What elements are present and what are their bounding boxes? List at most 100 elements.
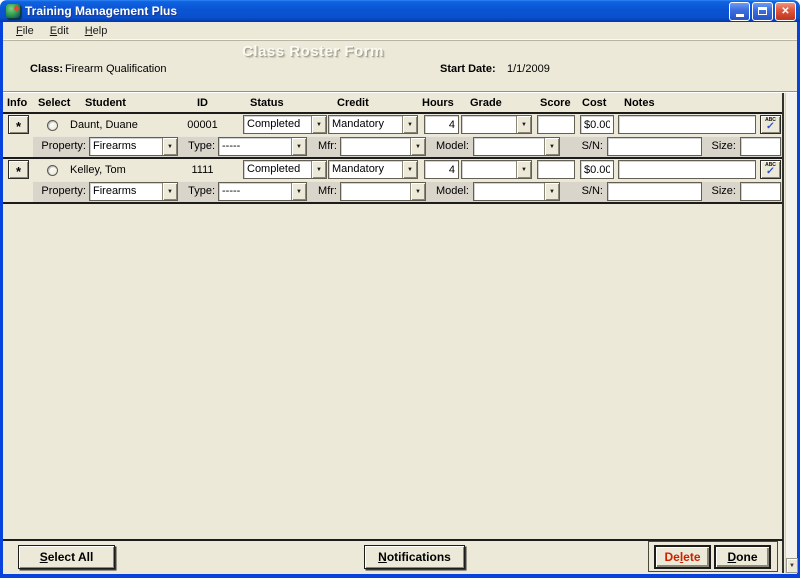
chevron-down-icon[interactable]: ▼ bbox=[516, 116, 531, 133]
restore-button[interactable] bbox=[752, 2, 773, 21]
model-label: Model: bbox=[411, 185, 469, 197]
vertical-scrollbar[interactable]: ▼ bbox=[785, 93, 797, 573]
app-window: Training Management Plus ✕ File Edit Hel… bbox=[0, 0, 800, 578]
size-label: Size: bbox=[699, 185, 736, 197]
col-header-student: Student bbox=[85, 97, 126, 109]
col-header-cost: Cost bbox=[582, 97, 606, 109]
spellcheck-button[interactable]: ABC ✓ bbox=[760, 160, 781, 179]
spellcheck-button[interactable]: ABC ✓ bbox=[760, 115, 781, 134]
size-input[interactable] bbox=[740, 137, 781, 156]
type-value: ----- bbox=[219, 183, 291, 200]
scroll-down-button[interactable]: ▼ bbox=[786, 558, 798, 573]
notifications-button[interactable]: Notifications bbox=[364, 545, 465, 569]
notes-input[interactable] bbox=[618, 115, 756, 134]
close-icon: ✕ bbox=[781, 6, 789, 17]
done-button[interactable]: Done bbox=[714, 545, 771, 569]
cost-input[interactable] bbox=[580, 160, 614, 179]
chevron-down-icon[interactable]: ▼ bbox=[311, 161, 326, 178]
mfr-label: Mfr: bbox=[300, 185, 337, 197]
roster-right-border bbox=[782, 93, 784, 573]
minimize-icon bbox=[736, 14, 744, 17]
status-value: Completed bbox=[244, 161, 311, 178]
arrow-down-icon: ▼ bbox=[789, 563, 795, 569]
table-row-detail: Property: Firearms ▼ Type: ----- ▼ Mfr: … bbox=[3, 136, 783, 157]
chevron-down-icon[interactable]: ▼ bbox=[544, 183, 559, 200]
close-button[interactable]: ✕ bbox=[775, 2, 796, 21]
type-value: ----- bbox=[219, 138, 291, 155]
property-combo[interactable]: Firearms ▼ bbox=[89, 137, 178, 156]
model-combo[interactable]: ▼ bbox=[473, 182, 560, 201]
model-value bbox=[474, 183, 544, 200]
chevron-down-icon[interactable]: ▼ bbox=[544, 138, 559, 155]
info-button-label: * bbox=[16, 168, 21, 176]
app-icon bbox=[6, 4, 21, 19]
select-radio[interactable] bbox=[47, 120, 58, 131]
student-name: Kelley, Tom bbox=[70, 164, 126, 176]
info-button[interactable]: * bbox=[8, 115, 29, 134]
status-combo[interactable]: Completed ▼ bbox=[243, 115, 327, 134]
table-row: * Daunt, Duane 00001 Completed ▼ Mandato… bbox=[3, 114, 783, 136]
mfr-value bbox=[341, 183, 410, 200]
mfr-value bbox=[341, 138, 410, 155]
model-combo[interactable]: ▼ bbox=[473, 137, 560, 156]
start-date-label: Start Date: bbox=[440, 63, 496, 75]
col-header-hours: Hours bbox=[422, 97, 454, 109]
size-input[interactable] bbox=[740, 182, 781, 201]
type-label: Type: bbox=[181, 140, 215, 152]
window-frame: File Edit Help Class Roster Form Class: … bbox=[0, 22, 800, 578]
table-row-detail: Property: Firearms ▼ Type: ----- ▼ Mfr: … bbox=[3, 181, 783, 202]
select-radio[interactable] bbox=[47, 165, 58, 176]
property-value: Firearms bbox=[90, 183, 162, 200]
chevron-down-icon[interactable]: ▼ bbox=[162, 183, 177, 200]
class-label: Class: bbox=[30, 63, 63, 75]
property-value: Firearms bbox=[90, 138, 162, 155]
chevron-down-icon[interactable]: ▼ bbox=[162, 138, 177, 155]
sn-label: S/N: bbox=[559, 140, 603, 152]
size-label: Size: bbox=[699, 140, 736, 152]
grade-combo[interactable]: ▼ bbox=[461, 160, 532, 179]
type-label: Type: bbox=[181, 185, 215, 197]
credit-combo[interactable]: Mandatory ▼ bbox=[328, 115, 418, 134]
chevron-down-icon[interactable]: ▼ bbox=[402, 116, 417, 133]
type-combo[interactable]: ----- ▼ bbox=[218, 137, 307, 156]
chevron-down-icon[interactable]: ▼ bbox=[516, 161, 531, 178]
score-input[interactable] bbox=[537, 160, 575, 179]
cost-input[interactable] bbox=[580, 115, 614, 134]
credit-value: Mandatory bbox=[329, 161, 402, 178]
hours-input[interactable] bbox=[424, 160, 459, 179]
mfr-label: Mfr: bbox=[300, 140, 337, 152]
table-row: * Kelley, Tom 1111 Completed ▼ Mandatory… bbox=[3, 159, 783, 181]
type-combo[interactable]: ----- ▼ bbox=[218, 182, 307, 201]
status-value: Completed bbox=[244, 116, 311, 133]
sn-input[interactable] bbox=[607, 182, 702, 201]
titlebar: Training Management Plus ✕ bbox=[0, 0, 800, 22]
notes-input[interactable] bbox=[618, 160, 756, 179]
menu-edit[interactable]: Edit bbox=[43, 24, 76, 38]
property-label: Property: bbox=[33, 185, 86, 197]
delete-button[interactable]: Delete bbox=[654, 545, 711, 569]
sn-label: S/N: bbox=[559, 185, 603, 197]
menu-help[interactable]: Help bbox=[78, 24, 115, 38]
page-title: Class Roster Form bbox=[3, 43, 623, 60]
chevron-down-icon[interactable]: ▼ bbox=[402, 161, 417, 178]
chevron-down-icon[interactable]: ▼ bbox=[311, 116, 326, 133]
col-header-score: Score bbox=[540, 97, 571, 109]
sn-input[interactable] bbox=[607, 137, 702, 156]
score-input[interactable] bbox=[537, 115, 575, 134]
status-combo[interactable]: Completed ▼ bbox=[243, 160, 327, 179]
window-title: Training Management Plus bbox=[25, 4, 729, 18]
property-combo[interactable]: Firearms ▼ bbox=[89, 182, 178, 201]
student-name: Daunt, Duane bbox=[70, 119, 138, 131]
grade-combo[interactable]: ▼ bbox=[461, 115, 532, 134]
hours-input[interactable] bbox=[424, 115, 459, 134]
col-header-credit: Credit bbox=[337, 97, 369, 109]
info-button[interactable]: * bbox=[8, 160, 29, 179]
class-value: Firearm Qualification bbox=[65, 63, 166, 75]
col-header-id: ID bbox=[175, 97, 230, 109]
menu-file[interactable]: File bbox=[9, 24, 41, 38]
col-header-info: Info bbox=[7, 97, 27, 109]
minimize-button[interactable] bbox=[729, 2, 750, 21]
credit-combo[interactable]: Mandatory ▼ bbox=[328, 160, 418, 179]
select-all-button[interactable]: Select All bbox=[18, 545, 115, 569]
start-date-value: 1/1/2009 bbox=[507, 63, 550, 75]
